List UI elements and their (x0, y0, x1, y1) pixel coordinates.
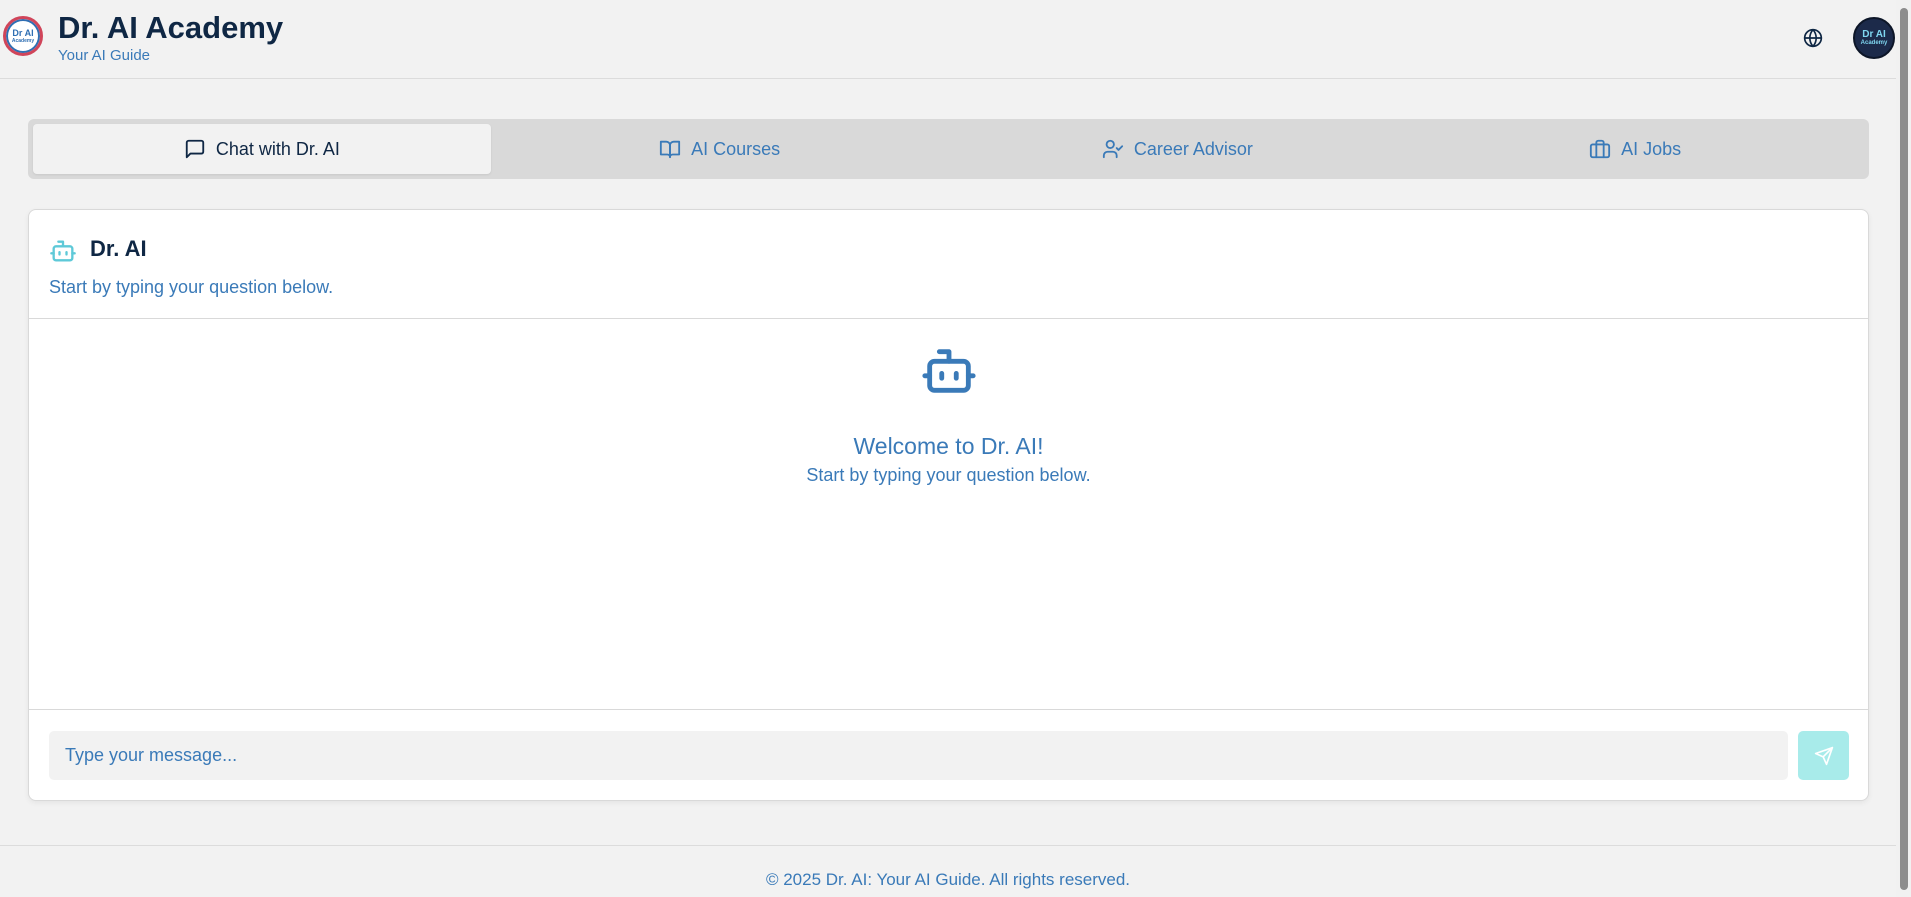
briefcase-icon (1590, 139, 1611, 159)
chat-card: Dr. AI Start by typing your question bel… (28, 209, 1869, 801)
send-icon (1814, 746, 1833, 765)
brand-logo[interactable]: Dr AI Academy (3, 16, 43, 56)
user-avatar[interactable]: Dr AI Academy (1853, 17, 1895, 59)
tab-ai-courses[interactable]: AI Courses (491, 124, 949, 174)
app-header: Dr AI Academy Dr. AI Academy Your AI Gui… (0, 0, 1896, 79)
page: Dr AI Academy Dr. AI Academy Your AI Gui… (0, 0, 1911, 897)
chat-title: Dr. AI (90, 236, 147, 261)
message-square-icon (185, 139, 205, 159)
app-title: Dr. AI Academy (58, 10, 284, 45)
tab-ai-jobs[interactable]: AI Jobs (1406, 124, 1864, 174)
main-tabs: Chat with Dr. AI AI Courses Career Advis… (28, 119, 1869, 179)
bot-icon (922, 349, 976, 393)
language-button[interactable] (1800, 25, 1826, 51)
welcome-title: Welcome to Dr. AI! (853, 433, 1044, 459)
chat-description: Start by typing your question below. (49, 277, 334, 297)
bot-icon (50, 240, 76, 262)
app-subtitle: Your AI Guide (58, 47, 151, 64)
tab-label: Chat with Dr. AI (215, 138, 340, 159)
scrollbar-thumb[interactable] (1900, 8, 1908, 890)
footer: © 2025 Dr. AI: Your AI Guide. All rights… (0, 845, 1896, 897)
page-scrollbar[interactable] (1896, 0, 1911, 897)
chat-header: Dr. AI Start by typing your question bel… (29, 210, 1868, 319)
tab-chat[interactable]: Chat with Dr. AI (33, 124, 491, 174)
tab-label: AI Courses (691, 138, 781, 159)
message-area[interactable]: Welcome to Dr. AI! Start by typing your … (29, 320, 1868, 710)
message-input[interactable] (49, 731, 1788, 780)
tab-label: Career Advisor (1133, 138, 1253, 159)
welcome-subtitle: Start by typing your question below. (806, 465, 1091, 485)
tab-label: AI Jobs (1621, 138, 1682, 159)
globe-icon (1803, 28, 1823, 48)
tab-career-advisor[interactable]: Career Advisor (949, 124, 1407, 174)
book-open-icon (660, 140, 681, 159)
copyright-text: © 2025 Dr. AI: Your AI Guide. All rights… (765, 870, 1131, 889)
send-button[interactable] (1798, 731, 1849, 780)
user-check-icon (1102, 139, 1123, 159)
